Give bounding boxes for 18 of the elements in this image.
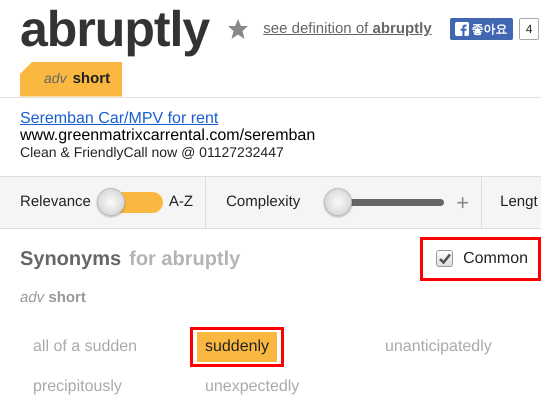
word-title: abruptly — [20, 2, 210, 56]
ad-url: www.greenmatrixcarrental.com/seremban — [20, 127, 316, 146]
filter-label: Complexity — [226, 192, 300, 212]
sense-label: adv short — [19, 288, 87, 308]
sense-tab[interactable]: adv short — [20, 62, 122, 96]
synonyms-subheading: for abruptly — [129, 246, 240, 272]
common-checkbox[interactable]: Common — [420, 236, 541, 281]
ad-title-link[interactable]: Seremban Car/MPV for rent — [20, 110, 218, 126]
filter-label: Lengt — [500, 192, 538, 212]
filter-label: Relevance — [20, 192, 91, 212]
like-button[interactable]: 좋아요 — [450, 18, 513, 40]
synonym-link[interactable]: suddenly — [197, 332, 278, 362]
ad-text: Clean & FriendlyCall now @ 01127232447 — [20, 145, 285, 161]
plus-icon[interactable]: + — [456, 186, 470, 219]
like-count: 4 — [518, 18, 540, 40]
filter-label: A-Z — [168, 192, 194, 212]
definition-link[interactable]: see definition of abruptly — [263, 18, 432, 40]
synonyms-heading: Synonyms — [20, 246, 122, 272]
